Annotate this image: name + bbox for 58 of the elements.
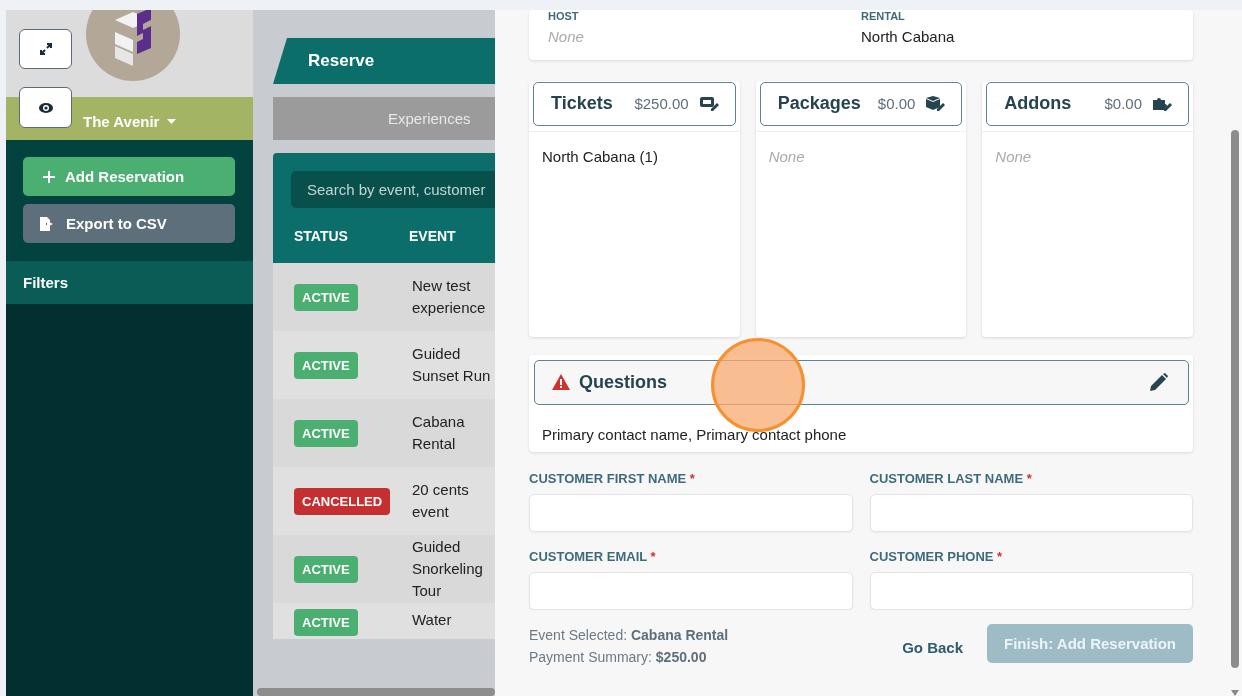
field-label: CUSTOMER PHONE * xyxy=(869,549,1004,566)
status-badge: ACTIVE xyxy=(294,351,358,379)
section-item: North Cabana (1) xyxy=(542,147,659,165)
table-row[interactable]: ACTIVE Cabana Rental xyxy=(273,399,495,467)
visibility-button[interactable] xyxy=(19,87,72,128)
field-label: CUSTOMER EMAIL * xyxy=(529,549,657,566)
input-field[interactable] xyxy=(869,494,1193,532)
section-header[interactable]: Tickets $250.00 xyxy=(533,81,736,126)
section-item: None xyxy=(768,147,806,165)
table-cell-text: Guided Snorkeling Tour xyxy=(412,537,484,601)
table-cell-text: 20 cents event xyxy=(412,480,470,522)
table-row[interactable]: ACTIVE Guided Sunset Run xyxy=(273,331,495,399)
status-badge: ACTIVE xyxy=(294,283,358,311)
field-label: CUSTOMER FIRST NAME * xyxy=(529,471,696,488)
event-selected-text: Event Selected: Cabana Rental xyxy=(529,626,729,645)
input-field[interactable] xyxy=(869,572,1193,610)
section-header[interactable]: Packages $0.00 xyxy=(759,81,963,126)
table-row[interactable]: CANCELLED 20 cents event xyxy=(273,467,495,535)
field-value: North Cabana xyxy=(861,28,956,45)
section-item: None xyxy=(995,147,1033,165)
caret-icon xyxy=(167,118,177,125)
box-icon xyxy=(925,95,946,113)
status-badge: ACTIVE xyxy=(294,609,358,636)
export-button[interactable]: Export to CSV xyxy=(23,204,235,243)
table-row[interactable]: ACTIVE Water xyxy=(273,603,495,639)
reserve-tab[interactable]: Reserve xyxy=(273,38,495,84)
expand-button[interactable] xyxy=(19,29,72,69)
pencil-icon xyxy=(1150,373,1168,392)
eye-icon xyxy=(37,101,54,114)
questions-text: Primary contact name, Primary contact phone xyxy=(541,424,848,443)
table-row[interactable]: ACTIVE New test experience xyxy=(273,263,495,331)
filters-header[interactable]: Filters xyxy=(6,261,253,304)
search-field[interactable]: Search by event, customer xyxy=(291,171,495,208)
status-badge: ACTIVE xyxy=(294,555,358,583)
field-label: HOST xyxy=(548,10,580,22)
go-back-link[interactable]: Go Back xyxy=(902,639,964,656)
table-cell-text: Guided Sunset Run xyxy=(412,344,492,386)
status-badge: ACTIVE xyxy=(294,419,358,447)
scroll-down-icon xyxy=(1231,690,1239,696)
table-cell-text: Cabana Rental xyxy=(412,412,466,454)
expand-icon xyxy=(38,42,53,56)
ticket-icon xyxy=(698,95,719,113)
section-header[interactable]: Addons $0.00 xyxy=(986,81,1189,126)
input-field[interactable] xyxy=(529,494,853,532)
scrollbar-thumb[interactable] xyxy=(1231,130,1239,668)
table-cell-text: New test experience xyxy=(412,276,487,318)
table-cell-text: Water xyxy=(412,610,453,630)
field-label: RENTAL xyxy=(861,10,906,22)
column-header: EVENT xyxy=(409,227,456,244)
field-value: None xyxy=(548,28,585,45)
payment-summary-text: Payment Summary: $250.00 xyxy=(529,648,708,667)
column-header: STATUS xyxy=(293,227,349,244)
input-field[interactable] xyxy=(529,572,853,610)
horizontal-scrollbar[interactable] xyxy=(257,688,495,696)
status-badge: CANCELLED xyxy=(294,487,391,515)
field-label: CUSTOMER LAST NAME * xyxy=(869,471,1033,488)
plus-icon xyxy=(43,170,55,183)
table-row[interactable]: ACTIVE Guided Snorkeling Tour xyxy=(273,535,495,603)
